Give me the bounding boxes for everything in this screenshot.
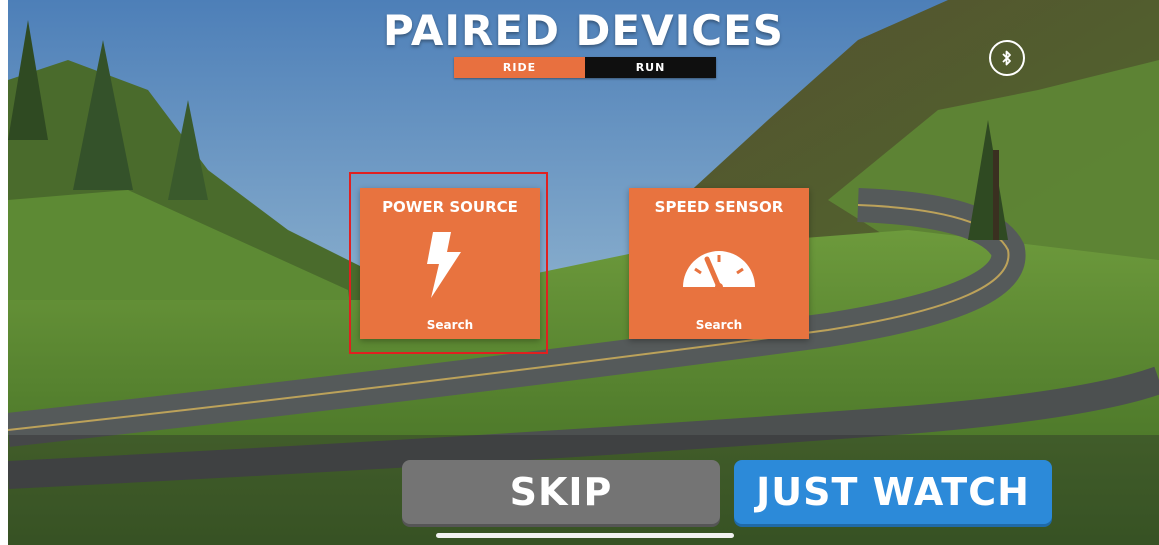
tab-ride[interactable]: RIDE — [454, 57, 585, 78]
selection-highlight — [349, 172, 548, 354]
bluetooth-button[interactable] — [989, 40, 1025, 76]
home-indicator[interactable] — [436, 533, 734, 538]
app-screen: PAIRED DEVICES RIDE RUN POWER SOURCE Sea… — [8, 0, 1159, 545]
speed-sensor-status: Search — [695, 318, 743, 332]
tab-run[interactable]: RUN — [585, 57, 716, 78]
skip-button[interactable]: SKIP — [402, 460, 720, 524]
activity-tabs: RIDE RUN — [454, 57, 716, 78]
speed-sensor-card[interactable]: SPEED SENSOR Search — [629, 188, 809, 339]
bluetooth-icon — [1002, 50, 1011, 66]
just-watch-button[interactable]: JUST WATCH — [734, 460, 1052, 524]
speed-sensor-title: SPEED SENSOR — [654, 198, 784, 216]
page-title: PAIRED DEVICES — [382, 6, 785, 55]
speedometer-icon — [683, 251, 755, 291]
